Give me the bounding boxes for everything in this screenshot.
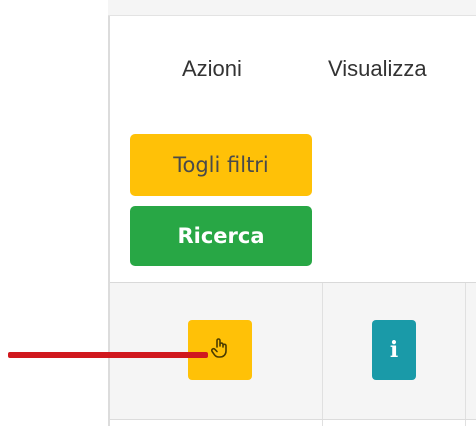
top-strip <box>108 0 476 16</box>
table-row <box>110 283 476 419</box>
column-divider <box>465 283 466 426</box>
select-row-button[interactable] <box>188 320 252 380</box>
clear-filters-button[interactable]: Togli filtri <box>130 134 312 196</box>
column-divider <box>322 283 323 426</box>
info-button[interactable]: i <box>372 320 416 380</box>
annotation-arrow <box>8 352 208 358</box>
search-button[interactable]: Ricerca <box>130 206 312 266</box>
column-header-view: Visualizza <box>328 56 427 81</box>
column-header-actions: Azioni <box>182 56 242 81</box>
page-margin <box>0 0 108 426</box>
row-divider <box>110 419 476 420</box>
table-header: Azioni Visualizza Togli filtri Ricerca <box>110 16 476 282</box>
results-table: Azioni Visualizza Togli filtri Ricerca i <box>108 16 476 426</box>
info-icon: i <box>389 337 399 363</box>
hand-pointer-icon <box>208 336 232 365</box>
